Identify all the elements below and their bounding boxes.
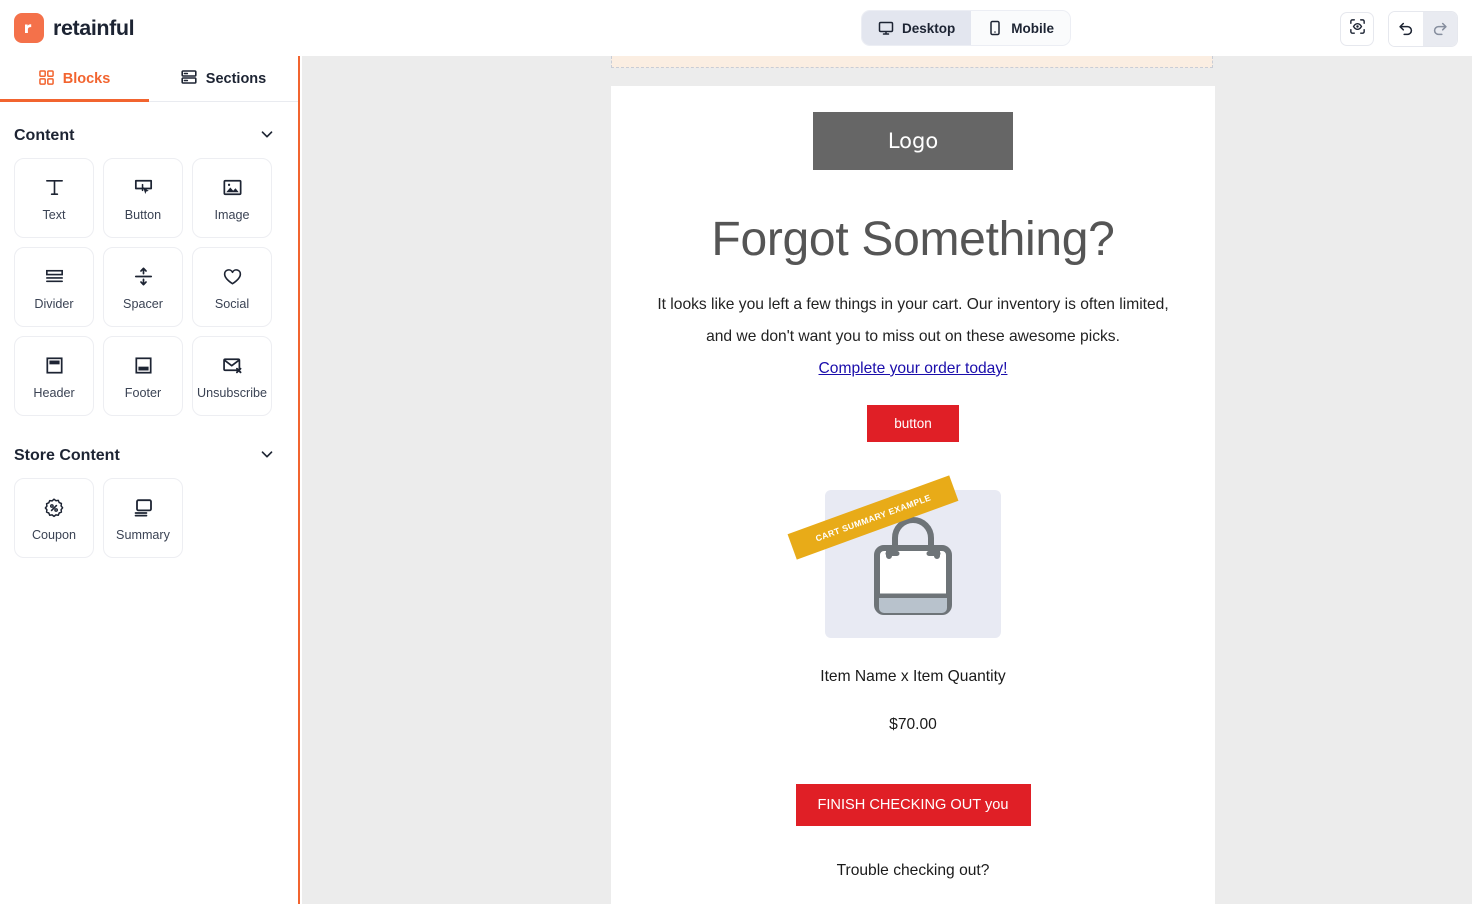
cart-item-name: Item Name x Item Quantity (820, 668, 1006, 685)
block-tile-text-label: Text (42, 207, 66, 222)
undo-button[interactable] (1389, 12, 1423, 46)
button-cursor-icon (132, 175, 155, 201)
preview-button[interactable] (1340, 12, 1374, 46)
cart-item-price: $70.00 (889, 716, 937, 733)
email-body-line-2: and we don't want you to miss out on the… (706, 328, 1120, 345)
block-tile-coupon[interactable]: Coupon (14, 478, 94, 558)
email-body-line-1: It looks like you left a few things in y… (657, 296, 1169, 313)
block-tile-coupon-label: Coupon (31, 527, 77, 542)
finish-checkout-button[interactable]: FINISH CHECKING OUT you (795, 784, 1031, 826)
email-canvas: Logo Forgot Something? It looks like you… (302, 56, 1472, 904)
trouble-checking-out-text: Trouble checking out? (836, 862, 990, 879)
email-headline[interactable]: Forgot Something? (611, 212, 1215, 267)
sidebar-tabs: Blocks Sections (0, 56, 298, 102)
block-tile-header-label: Header (33, 385, 75, 400)
footer-layout-icon (132, 353, 155, 379)
mobile-view-button[interactable]: Mobile (971, 11, 1071, 45)
block-tile-footer[interactable]: Footer (103, 336, 183, 416)
redo-arrow-icon (1431, 19, 1449, 40)
logo-block[interactable]: Logo (813, 112, 1013, 170)
divider-lines-icon (43, 264, 66, 290)
grid-blocks-icon (38, 69, 54, 89)
device-preview-toggle[interactable]: Desktop Mobile (862, 11, 1071, 45)
desktop-view-label: Desktop (902, 20, 956, 36)
block-tile-image-label: Image (214, 207, 250, 222)
section-title-content: Content (14, 127, 75, 144)
email-body: Logo Forgot Something? It looks like you… (611, 86, 1215, 904)
chevron-down-icon[interactable] (258, 445, 276, 468)
block-tile-summary-label: Summary (116, 527, 170, 542)
block-tile-social-label: Social (214, 296, 250, 311)
top-toolbar: retainful Desktop Mobile (0, 0, 1472, 56)
redo-button[interactable] (1423, 12, 1457, 46)
block-tile-button[interactable]: Button (103, 158, 183, 238)
summary-monitor-icon (131, 495, 155, 521)
undo-arrow-icon (1397, 19, 1415, 40)
desktop-view-button[interactable]: Desktop (862, 11, 972, 45)
desktop-monitor-icon (878, 20, 894, 36)
logo-placeholder-label: Logo (887, 129, 939, 153)
heart-social-icon (221, 264, 244, 290)
active-tab-underline (0, 99, 149, 102)
block-tile-text[interactable]: Text (14, 158, 94, 238)
block-tile-social[interactable]: Social (192, 247, 272, 327)
block-tile-divider[interactable]: Divider (14, 247, 94, 327)
envelope-x-icon (221, 353, 244, 379)
section-header-content[interactable]: Content (0, 114, 298, 158)
email-body-copy[interactable]: It looks like you left a few things in y… (611, 289, 1215, 353)
text-t-icon (43, 175, 66, 201)
blocks-sidebar: Blocks Sections Content Text Button Imag… (0, 56, 300, 904)
block-tile-summary[interactable]: Summary (103, 478, 183, 558)
mobile-phone-icon (987, 20, 1003, 36)
header-layout-icon (43, 353, 66, 379)
complete-order-link[interactable]: Complete your order today! (819, 360, 1008, 377)
toolbar-actions (1340, 11, 1458, 47)
store-content-block-grid: Coupon Summary (0, 478, 298, 558)
preview-eye-scan-icon (1348, 17, 1367, 41)
chevron-down-icon[interactable] (258, 125, 276, 148)
tab-sections[interactable]: Sections (149, 56, 298, 102)
stacked-rows-icon (181, 69, 197, 89)
section-header-store-content[interactable]: Store Content (0, 434, 298, 478)
complete-order-link-wrap: Complete your order today! (611, 353, 1215, 385)
brand-logo[interactable]: retainful (14, 13, 135, 43)
tab-blocks-label: Blocks (62, 71, 111, 87)
section-title-store-content: Store Content (14, 447, 120, 464)
block-tile-header[interactable]: Header (14, 336, 94, 416)
cart-summary-block[interactable]: CART SUMMARY EXAMPLE (787, 475, 1001, 638)
block-tile-unsubscribe[interactable]: Unsubscribe (192, 336, 272, 416)
block-tile-footer-label: Footer (124, 385, 162, 400)
coupon-percent-badge-icon (42, 495, 66, 521)
retainful-logo-icon (14, 13, 44, 43)
block-tile-spacer-label: Spacer (123, 296, 163, 311)
tab-blocks[interactable]: Blocks (0, 56, 149, 102)
block-tile-unsubscribe-label: Unsubscribe (197, 385, 267, 400)
image-picture-icon (221, 175, 244, 201)
mobile-view-label: Mobile (1011, 20, 1055, 36)
drop-zone-placeholder[interactable] (611, 56, 1213, 68)
email-small-button[interactable]: button (867, 405, 959, 442)
tab-sections-label: Sections (205, 71, 267, 87)
block-tile-button-label: Button (124, 207, 162, 222)
brand-name: retainful (53, 15, 135, 40)
block-tile-image[interactable]: Image (192, 158, 272, 238)
content-block-grid: Text Button Image Divider Spacer Social … (0, 158, 298, 416)
block-tile-spacer[interactable]: Spacer (103, 247, 183, 327)
spacer-arrows-icon (132, 264, 155, 290)
block-tile-divider-label: Divider (34, 296, 74, 311)
undo-redo-group (1388, 11, 1458, 47)
